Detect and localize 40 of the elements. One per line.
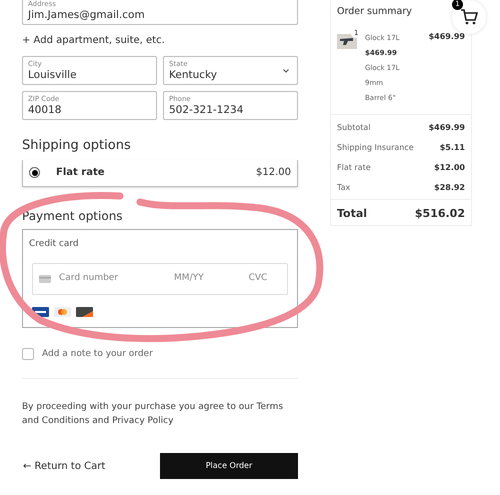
radio-button[interactable] bbox=[29, 167, 40, 178]
summary-label: Subtotal bbox=[337, 122, 371, 134]
card-input-field[interactable]: Card number MM/YY CVC bbox=[32, 263, 288, 295]
option-label: Flat rate bbox=[56, 166, 105, 180]
return-to-cart-link[interactable]: ← Return to Cart bbox=[23, 458, 106, 474]
field-value: Louisville bbox=[28, 68, 77, 82]
item-price: $469.99 bbox=[428, 31, 465, 44]
discover-logo-icon bbox=[76, 307, 93, 317]
summary-label: Shipping Insurance bbox=[337, 142, 414, 154]
summary-value: $469.99 bbox=[428, 122, 465, 134]
payment-method: Credit card bbox=[29, 238, 80, 250]
section-heading: Payment options bbox=[22, 208, 124, 224]
total-value: $516.02 bbox=[414, 206, 465, 222]
field-value: 502-321-1234 bbox=[169, 104, 244, 116]
total-label: Total bbox=[337, 206, 368, 222]
mastercard-logo-icon bbox=[54, 307, 71, 317]
summary-value: $28.92 bbox=[434, 182, 465, 194]
shipping-option[interactable]: Flat rate $12.00 bbox=[22, 160, 298, 186]
add-apartment-link[interactable]: + Add apartment, suite, etc. bbox=[22, 33, 298, 48]
card-icon bbox=[39, 275, 51, 283]
chevron-down-icon bbox=[283, 69, 289, 73]
summary-label: Tax bbox=[337, 182, 350, 194]
summary-value: $12.00 bbox=[434, 162, 465, 174]
field-value: Kentucky bbox=[169, 68, 217, 82]
card-number-placeholder: Card number bbox=[59, 272, 118, 286]
cvc-placeholder: CVC bbox=[248, 272, 268, 286]
option-price: $12.00 bbox=[256, 166, 291, 180]
checkbox-label: Add a note to your order bbox=[42, 348, 153, 360]
section-heading: Shipping options bbox=[22, 137, 132, 155]
terms-text: By proceeding with your purchase you agree to our Terms and Conditions and Privacy Policy bbox=[22, 401, 284, 428]
expiry-placeholder: MM/YY bbox=[174, 272, 204, 286]
summary-label: Flat rate bbox=[337, 162, 371, 174]
cart-icon bbox=[460, 9, 478, 25]
summary-value: $5.11 bbox=[440, 142, 465, 154]
note-checkbox[interactable] bbox=[22, 348, 34, 360]
cart-button[interactable] bbox=[452, 0, 486, 34]
field-value: Jim.James@gmail.com bbox=[28, 8, 145, 22]
summary-title: Order summary bbox=[337, 5, 413, 19]
place-order-button[interactable]: Place Order bbox=[160, 453, 298, 479]
field-value: 40018 bbox=[28, 104, 62, 116]
